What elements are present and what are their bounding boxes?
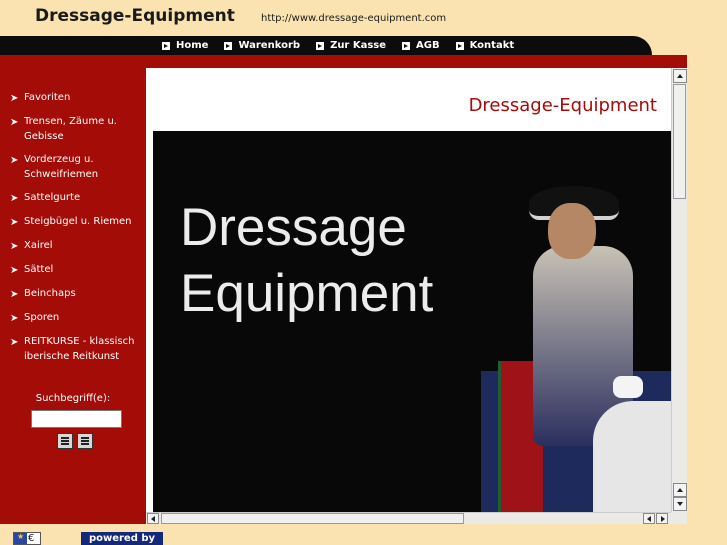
- scroll-up-button-bottom[interactable]: [673, 483, 687, 497]
- sidebar-category-list: ➤ Favoriten ➤ Trensen, Zäume u. Gebisse …: [10, 90, 140, 372]
- arrow-right-icon: ➤: [10, 265, 19, 276]
- arrow-right-icon: ➤: [10, 217, 19, 228]
- sidebar-item-trensen[interactable]: ➤ Trensen, Zäume u. Gebisse: [10, 114, 140, 144]
- arrow-box-icon: [402, 41, 411, 50]
- sidebar-item-sporen[interactable]: ➤ Sporen: [10, 310, 140, 326]
- nav-label: Home: [176, 40, 209, 51]
- arrow-right-icon: ➤: [10, 337, 19, 348]
- sidebar: ➤ Favoriten ➤ Trensen, Zäume u. Gebisse …: [0, 68, 146, 524]
- sidebar-item-label: Sporen: [24, 312, 60, 323]
- sidebar-item-saettel[interactable]: ➤ Sättel: [10, 262, 140, 278]
- scroll-left-button-end[interactable]: [643, 513, 655, 524]
- chevron-right-icon: [661, 516, 665, 522]
- horse-shape: [593, 401, 671, 512]
- sidebar-item-label: Favoriten: [24, 92, 71, 103]
- sidebar-item-label: Xairel: [24, 240, 53, 251]
- nav-label: AGB: [416, 40, 440, 51]
- search-submit-button[interactable]: [57, 433, 73, 449]
- vertical-scrollbar[interactable]: [671, 68, 687, 512]
- hero-text: Dressage Equipment: [180, 195, 433, 327]
- scroll-up-button[interactable]: [673, 69, 687, 83]
- sidebar-item-label: Steigbügel u. Riemen: [24, 216, 132, 227]
- arrow-right-icon: ➤: [10, 155, 19, 166]
- arrow-right-icon: ➤: [10, 289, 19, 300]
- sidebar-item-label: Trensen, Zäume u. Gebisse: [24, 116, 117, 142]
- sidebar-item-xairel[interactable]: ➤ Xairel: [10, 238, 140, 254]
- chevron-left-icon: [151, 516, 155, 522]
- eu-euro-badge[interactable]: €: [13, 532, 41, 545]
- horizontal-scrollbar[interactable]: [146, 512, 671, 524]
- sidebar-item-beinchaps[interactable]: ➤ Beinchaps: [10, 286, 140, 302]
- nav-item-warenkorb[interactable]: Warenkorb: [224, 40, 300, 51]
- site-title[interactable]: Dressage-Equipment: [35, 6, 235, 26]
- scrollbar-corner: [671, 512, 687, 524]
- chevron-down-icon: [677, 502, 683, 506]
- arrow-box-icon: [455, 41, 464, 50]
- hero-image: Dressage Equipment: [153, 131, 671, 512]
- sidebar-item-reitkurse[interactable]: ➤ REITKURSE - klassisch iberische Reitku…: [10, 334, 140, 364]
- chevron-up-icon: [677, 74, 683, 78]
- scroll-left-button[interactable]: [147, 513, 159, 524]
- euro-symbol: €: [28, 533, 35, 544]
- nav-label: Warenkorb: [238, 40, 301, 51]
- scroll-right-button[interactable]: [656, 513, 668, 524]
- rider-glove: [613, 376, 643, 398]
- sidebar-item-label: Sattelgurte: [24, 192, 81, 203]
- arrow-right-icon: ➤: [10, 313, 19, 324]
- vertical-scroll-thumb[interactable]: [673, 84, 686, 199]
- chevron-up-icon: [677, 488, 683, 492]
- red-divider-strip: [0, 55, 687, 68]
- scroll-down-button[interactable]: [673, 497, 687, 511]
- site-url[interactable]: http://www.dressage-equipment.com: [261, 13, 446, 24]
- site-header: Dressage-Equipment http://www.dressage-e…: [0, 0, 727, 36]
- nav-label: Kontakt: [469, 40, 515, 51]
- search-label: Suchbegriff(e):: [35, 393, 111, 404]
- arrow-box-icon: [162, 41, 170, 50]
- sidebar-item-label: REITKURSE - klassisch iberische Reitkuns…: [24, 336, 135, 362]
- sidebar-item-sattelgurte[interactable]: ➤ Sattelgurte: [10, 190, 140, 206]
- content-frame: Dressage-Equipment Dressage Equipment: [146, 68, 687, 524]
- rider-head: [548, 203, 596, 259]
- nav-item-zur-kasse[interactable]: Zur Kasse: [316, 40, 386, 51]
- horizontal-scroll-thumb[interactable]: [161, 513, 464, 524]
- arrow-right-icon: ➤: [10, 193, 19, 204]
- nav-menu: Home Warenkorb Zur Kasse AGB Kontakt: [162, 36, 530, 55]
- arrow-right-icon: ➤: [10, 117, 19, 128]
- hero-text-line: Dressage: [180, 198, 407, 257]
- sidebar-item-favoriten[interactable]: ➤ Favoriten: [10, 90, 140, 106]
- arrow-right-icon: ➤: [10, 93, 19, 104]
- sidebar-item-vorderzeug[interactable]: ➤ Vorderzeug u. Schweifriemen: [10, 152, 140, 182]
- arrow-box-icon: [316, 41, 325, 50]
- sidebar-item-label: Beinchaps: [24, 288, 76, 299]
- content-title: Dressage-Equipment: [468, 95, 657, 116]
- page-footer: € powered by: [0, 524, 727, 545]
- hero-text-line: Equipment: [180, 264, 434, 323]
- chevron-left-icon: [647, 516, 651, 522]
- search-input[interactable]: [31, 410, 122, 428]
- powered-by-badge[interactable]: powered by: [81, 532, 163, 545]
- arrow-right-icon: ➤: [10, 241, 19, 252]
- arrow-box-icon: [224, 41, 233, 50]
- search-buttons: [57, 433, 93, 449]
- nav-item-home[interactable]: Home: [162, 40, 208, 51]
- nav-item-kontakt[interactable]: Kontakt: [455, 40, 515, 51]
- advanced-search-button[interactable]: [77, 433, 93, 449]
- sidebar-item-steigbuegel[interactable]: ➤ Steigbügel u. Riemen: [10, 214, 140, 230]
- nav-item-agb[interactable]: AGB: [402, 40, 440, 51]
- sidebar-item-label: Sättel: [24, 264, 54, 275]
- nav-label: Zur Kasse: [330, 40, 387, 51]
- eu-flag-icon: [14, 532, 27, 544]
- sidebar-item-label: Vorderzeug u. Schweifriemen: [24, 154, 99, 180]
